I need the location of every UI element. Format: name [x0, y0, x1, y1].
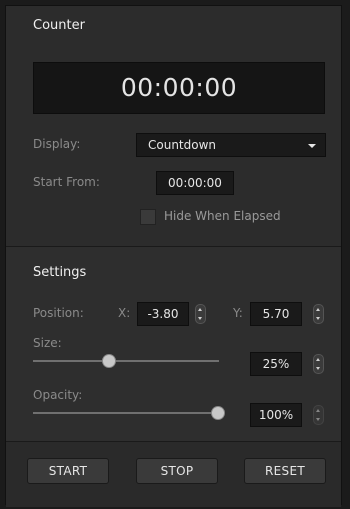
reset-button[interactable]: RESET: [244, 458, 326, 484]
x-stepper-icon[interactable]: [195, 304, 206, 324]
hide-when-elapsed-checkbox[interactable]: [140, 209, 156, 225]
stop-button[interactable]: STOP: [136, 458, 218, 484]
counter-section: Counter 00:00:00 Display: Countdown Star…: [6, 6, 341, 246]
start-button[interactable]: START: [27, 458, 109, 484]
x-input[interactable]: -3.80: [137, 302, 189, 326]
opacity-slider-track[interactable]: [33, 412, 219, 414]
y-stepper-icon[interactable]: [313, 304, 324, 324]
size-slider-track[interactable]: [33, 360, 219, 362]
opacity-label: Opacity:: [33, 388, 83, 402]
display-label: Display:: [33, 137, 81, 151]
size-stepper-icon[interactable]: [313, 354, 324, 374]
position-label: Position:: [33, 306, 84, 320]
x-label: X:: [118, 306, 131, 320]
y-input[interactable]: 5.70: [250, 302, 302, 326]
time-display: 00:00:00: [33, 62, 325, 114]
counter-title: Counter: [33, 18, 85, 33]
opacity-stepper-icon[interactable]: [313, 405, 324, 425]
chevron-down-icon: [308, 144, 316, 148]
size-label: Size:: [33, 336, 62, 350]
size-input[interactable]: 25%: [250, 352, 302, 376]
display-dropdown[interactable]: Countdown: [136, 133, 326, 157]
settings-title: Settings: [33, 265, 87, 280]
opacity-input[interactable]: 100%: [250, 403, 302, 427]
start-from-label: Start From:: [33, 175, 100, 189]
settings-section: Settings Position: X: -3.80 Y: 5.70 Size…: [6, 246, 341, 442]
start-from-input[interactable]: 00:00:00: [156, 171, 234, 195]
display-value: Countdown: [148, 138, 217, 152]
counter-panel: Counter 00:00:00 Display: Countdown Star…: [5, 5, 342, 507]
size-slider-thumb-icon[interactable]: [102, 354, 116, 368]
y-label: Y:: [233, 306, 243, 320]
opacity-slider-thumb-icon[interactable]: [211, 406, 225, 420]
hide-when-elapsed-label: Hide When Elapsed: [164, 209, 281, 223]
